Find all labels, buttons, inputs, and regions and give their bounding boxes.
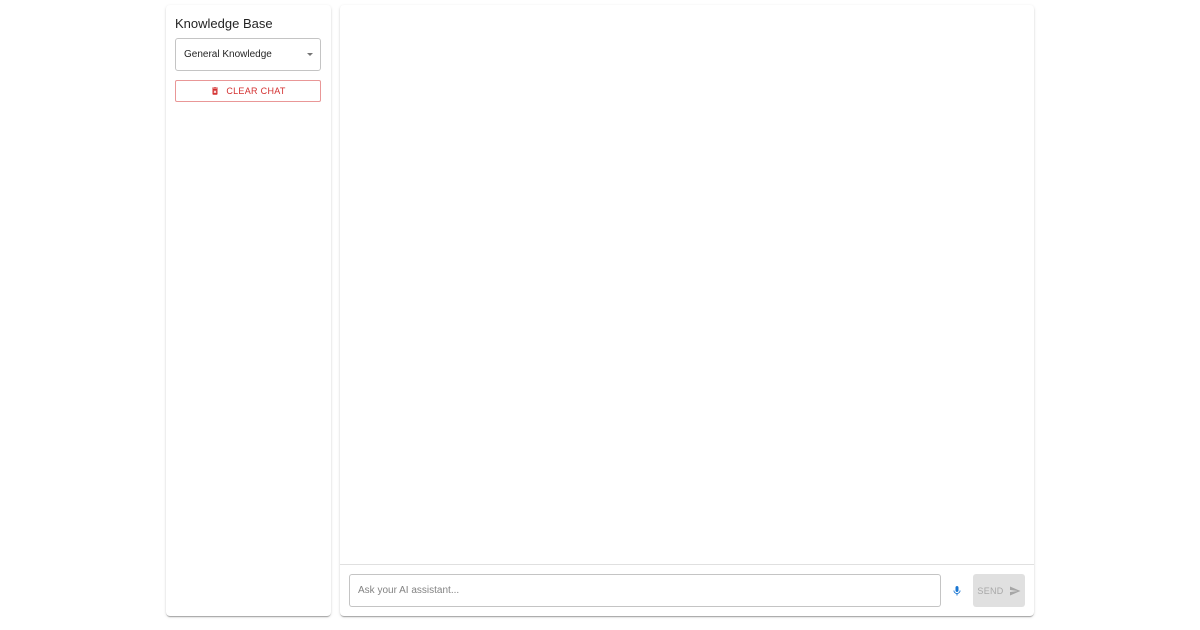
sidebar: Knowledge Base General Knowledge CLEAR C… <box>166 5 331 616</box>
knowledge-base-select-value: General Knowledge <box>184 49 272 60</box>
clear-chat-button[interactable]: CLEAR CHAT <box>175 80 321 102</box>
chat-composer: SEND <box>340 564 1034 616</box>
send-button[interactable]: SEND <box>973 574 1025 607</box>
send-label: SEND <box>977 585 1004 596</box>
chat-input[interactable] <box>349 574 941 607</box>
clear-chat-label: CLEAR CHAT <box>226 86 286 96</box>
arrow-drop-down-icon <box>307 53 313 56</box>
microphone-button[interactable] <box>941 575 973 607</box>
knowledge-base-select[interactable]: General Knowledge <box>175 38 321 71</box>
send-icon <box>1009 586 1021 595</box>
trash-icon <box>212 87 219 95</box>
message-list <box>340 5 1034 564</box>
sidebar-title: Knowledge Base <box>175 16 273 31</box>
microphone-icon <box>953 585 961 595</box>
chat-panel: SEND <box>340 5 1034 616</box>
app-container: Knowledge Base General Knowledge CLEAR C… <box>166 5 1034 616</box>
